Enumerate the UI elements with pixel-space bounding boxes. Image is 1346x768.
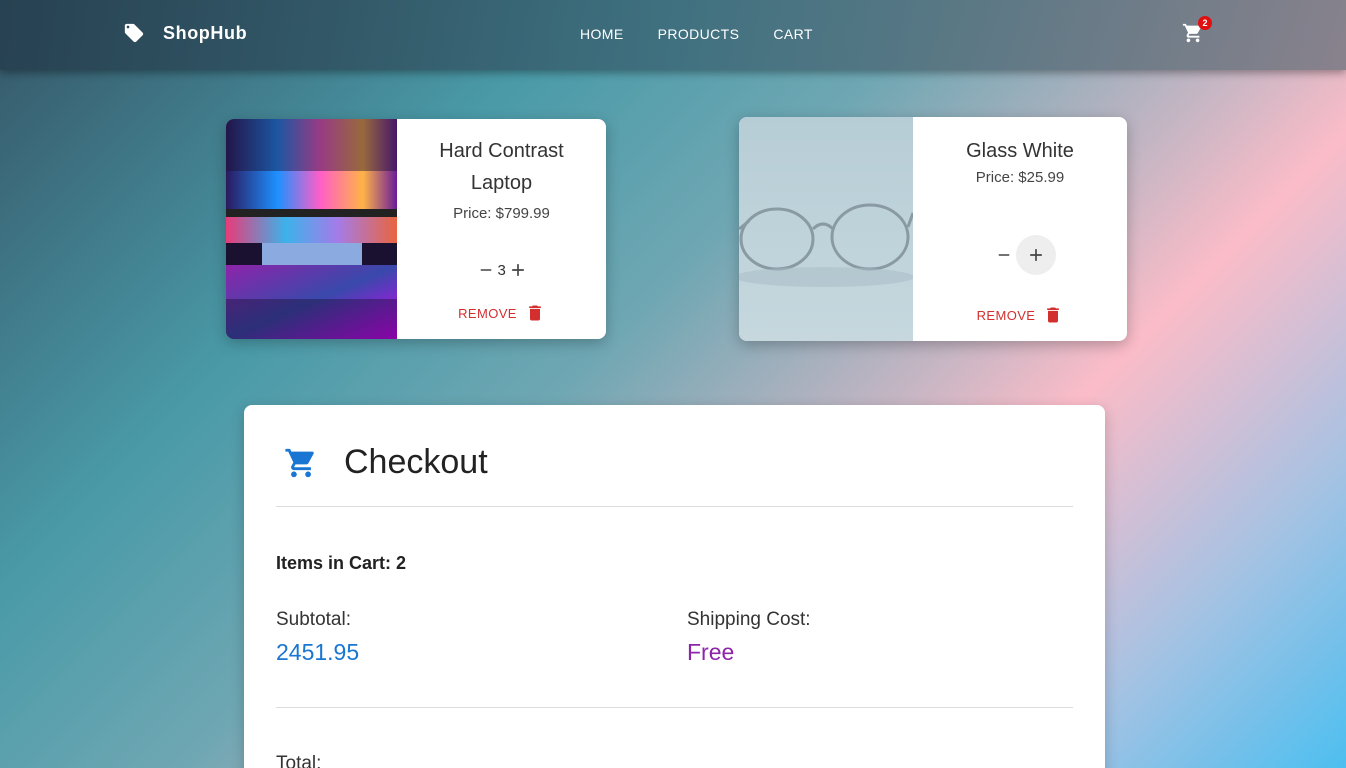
brand[interactable]: ShopHub [123, 22, 247, 44]
product-info: Hard Contrast Laptop Price: $799.99 [397, 119, 606, 222]
quantity-stepper: 3 [397, 250, 606, 290]
shipping-value: Free [687, 639, 735, 665]
remove-button[interactable]: REMOVE [397, 303, 606, 323]
cart-item-body: Glass White Price: $25.99 2 REMOVE [913, 117, 1127, 341]
nav-cart-button[interactable]: 2 [1182, 16, 1212, 46]
plus-icon [1030, 249, 1042, 261]
quantity-stepper: 2 [913, 235, 1127, 275]
cart-count-badge: 2 [1198, 16, 1212, 30]
cart-item-body: Hard Contrast Laptop Price: $799.99 3 RE… [397, 119, 606, 339]
cart-item-card: Glass White Price: $25.99 2 REMOVE [739, 117, 1127, 341]
nav-links: HOME PRODUCTS CART [580, 26, 847, 42]
shipping-label: Shipping Cost: [687, 609, 811, 630]
product-price: Price: $25.99 [975, 169, 1065, 186]
divider [276, 707, 1073, 708]
glasses-photo [739, 117, 913, 341]
checkout-header: Checkout [284, 443, 488, 482]
remove-button[interactable]: REMOVE [913, 305, 1127, 325]
product-info: Glass White Price: $25.99 [913, 117, 1127, 186]
subtotal-value: 2451.95 [276, 639, 360, 665]
checkout-title: Checkout [344, 443, 488, 481]
remove-label: REMOVE [976, 307, 1036, 323]
subtotal-label: Subtotal: [276, 609, 351, 630]
top-navbar: ShopHub HOME PRODUCTS CART 2 [0, 0, 1346, 70]
cart-icon [285, 448, 314, 477]
trash-icon [529, 305, 541, 321]
trash-icon [1047, 307, 1060, 323]
nav-link-products[interactable]: PRODUCTS [658, 26, 740, 42]
brand-name: ShopHub [163, 22, 248, 43]
increase-quantity-button[interactable] [1016, 235, 1056, 275]
nav-link-home[interactable]: HOME [580, 26, 624, 42]
total-label: Total: [276, 753, 322, 768]
plus-icon [511, 264, 524, 276]
divider [276, 506, 1073, 507]
items-in-cart: Items in Cart: 2 [276, 553, 407, 573]
product-title: Hard Contrast Laptop [439, 140, 564, 194]
minus-icon [480, 269, 491, 271]
product-image-laptop [226, 119, 397, 339]
product-image-glasses [739, 117, 913, 341]
cart-item-card: Hard Contrast Laptop Price: $799.99 3 RE… [226, 119, 606, 339]
tag-icon [124, 23, 144, 43]
laptop-photo [226, 119, 397, 339]
remove-label: REMOVE [458, 305, 517, 321]
checkout-panel: Checkout Items in Cart: 2 Subtotal: 2451… [244, 405, 1105, 768]
product-price: Price: $799.99 [453, 205, 550, 222]
minus-icon [998, 254, 1010, 256]
product-title: Glass White [966, 140, 1074, 162]
nav-link-cart[interactable]: CART [773, 26, 812, 42]
increase-quantity-button[interactable] [498, 250, 538, 290]
